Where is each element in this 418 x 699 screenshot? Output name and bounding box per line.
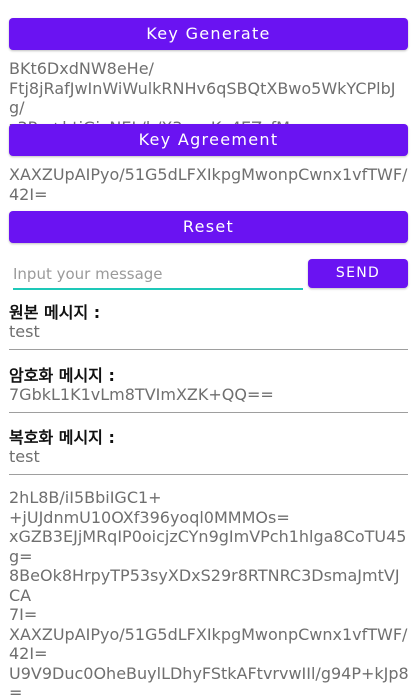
original-message-value: test (9, 322, 40, 341)
send-button[interactable]: SEND (308, 259, 408, 288)
decrypted-message-label: 복호화 메시지 : (9, 428, 115, 447)
key-agreement-button[interactable]: Key Agreement (9, 124, 408, 156)
reset-button[interactable]: Reset (9, 211, 408, 243)
key-generate-button[interactable]: Key Generate (9, 18, 408, 50)
log-text: 2hL8B/iI5BbiIGC1+ +jUJdnmU10OXf396yoql0M… (9, 488, 409, 699)
agreement-key-text: XAXZUpAIPyo/51G5dLFXIkpgMwonpCwnx1vfTWF/… (9, 165, 408, 204)
encrypted-message-value: 7GbkL1K1vLm8TVImXZK+QQ== (9, 385, 274, 404)
message-input-field[interactable] (13, 262, 303, 290)
divider (9, 412, 408, 413)
divider (9, 349, 408, 350)
divider (9, 474, 408, 475)
encrypted-message-label: 암호화 메시지 : (9, 366, 115, 385)
original-message-label: 원본 메시지 : (9, 303, 101, 322)
message-input[interactable] (13, 262, 303, 286)
decrypted-message-value: test (9, 447, 40, 466)
